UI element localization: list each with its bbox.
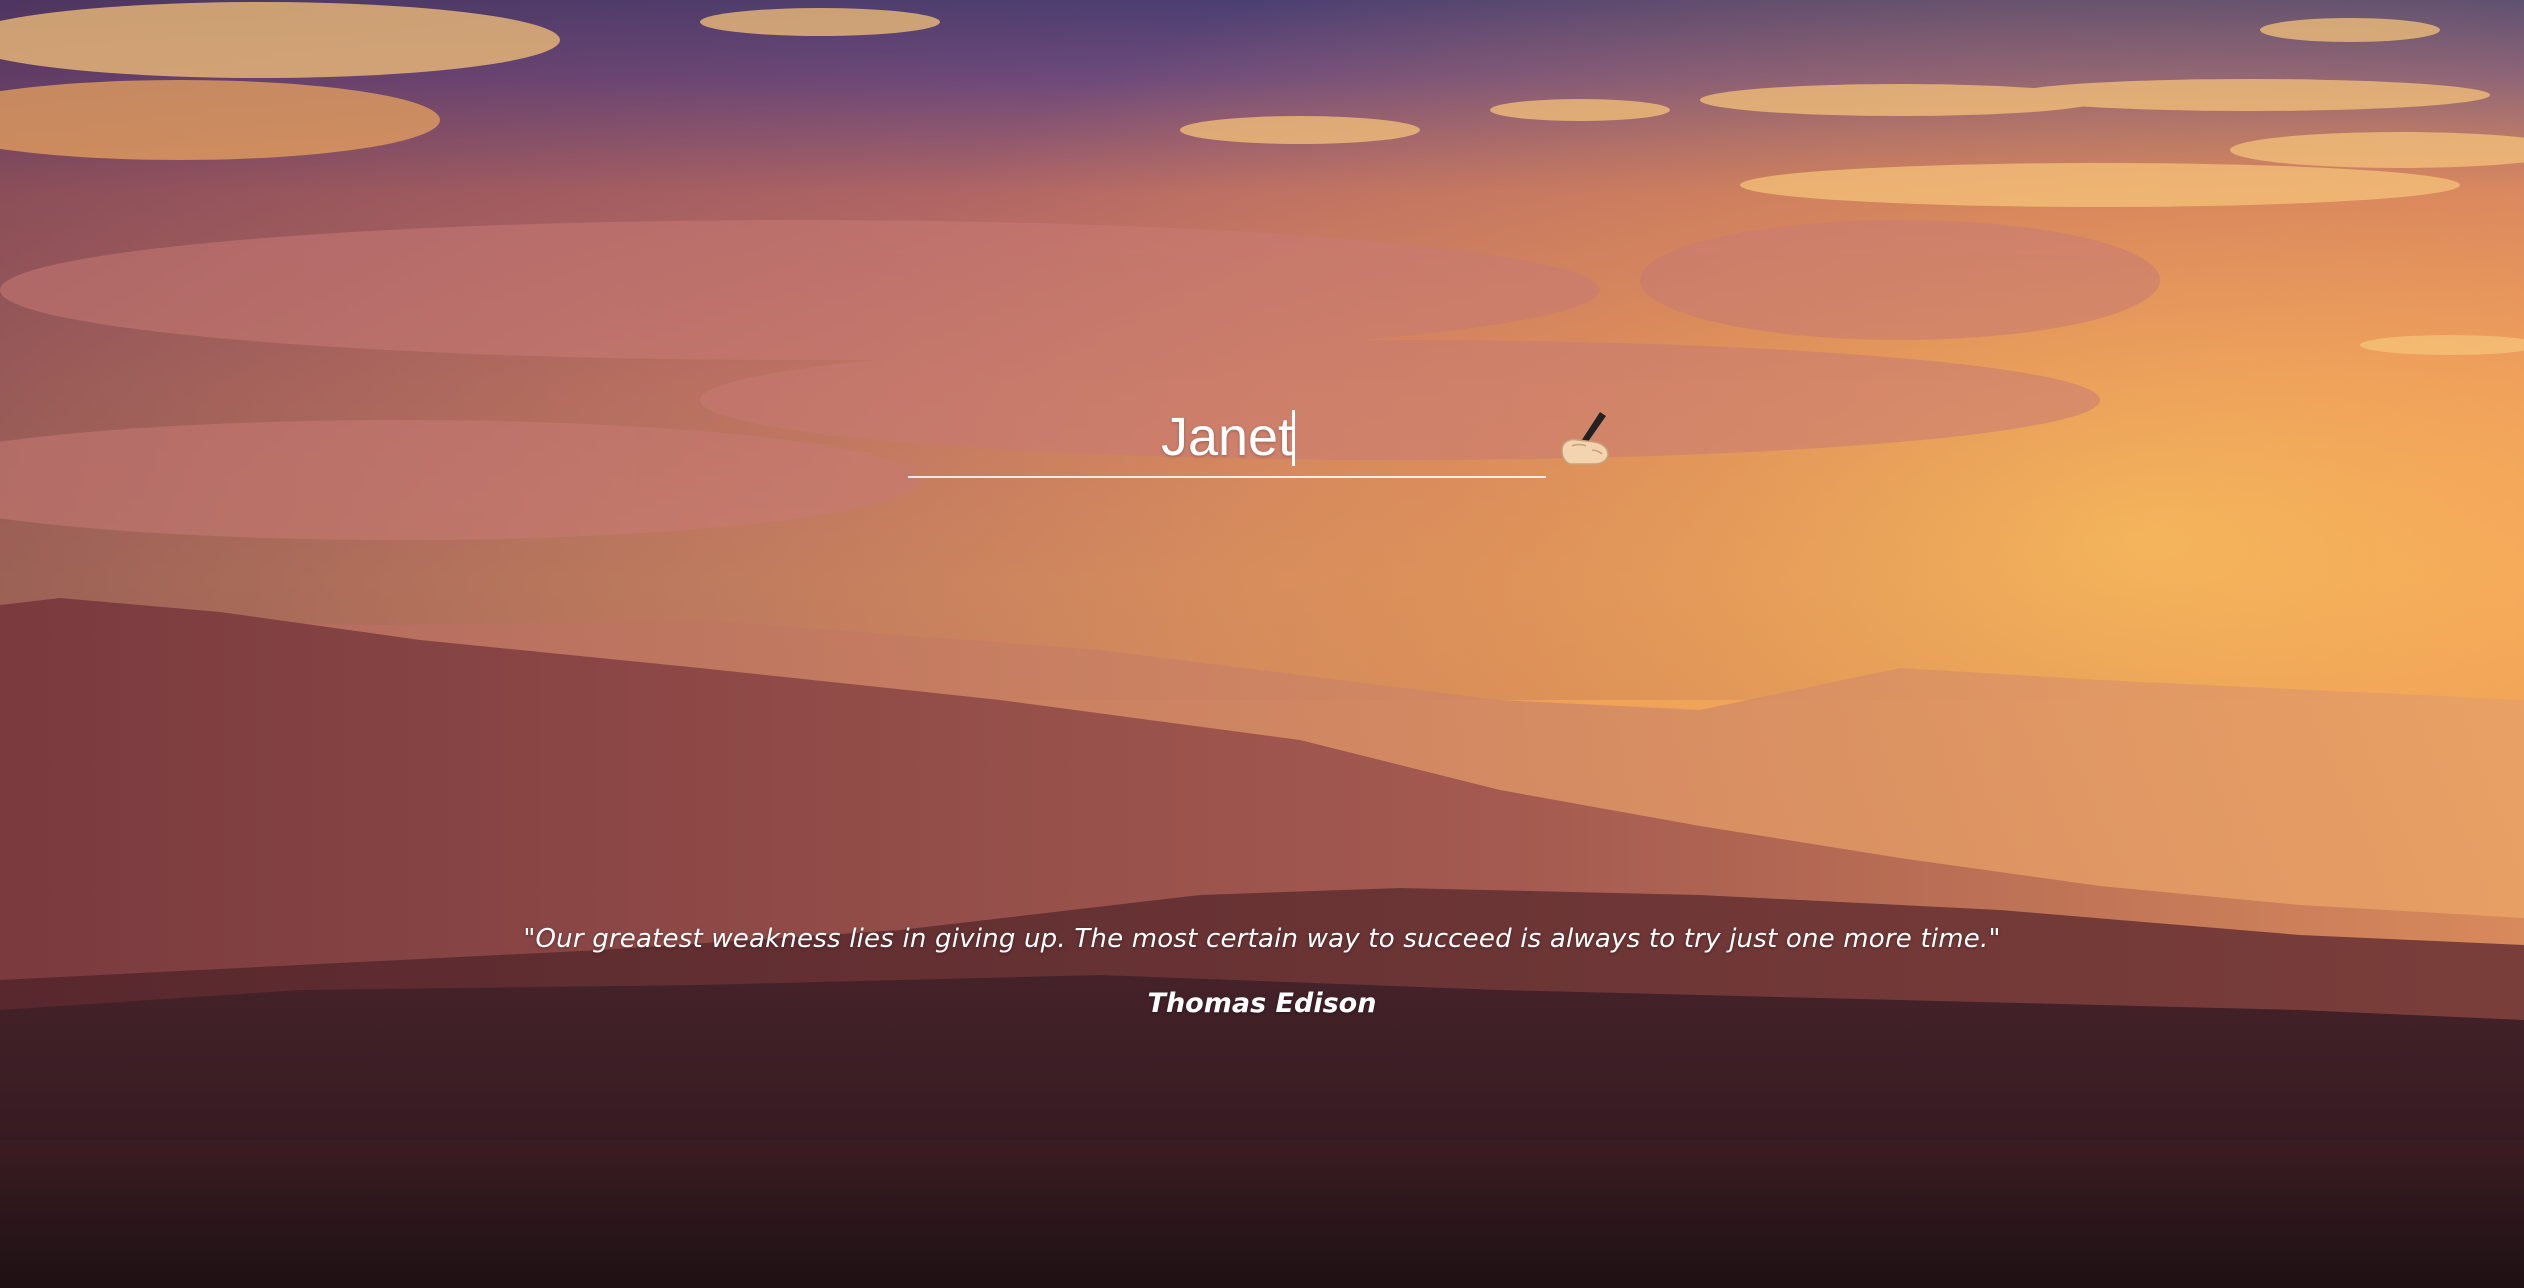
quote-author: Thomas Edison: [1147, 988, 1377, 1019]
sunset-background-image: [0, 0, 2524, 1288]
writing-hand-icon: [1561, 412, 1609, 465]
name-row: [908, 398, 1616, 478]
quote-text: "Our greatest weakness lies in giving up…: [523, 924, 2001, 954]
text-caret: [1292, 410, 1295, 466]
edit-name-button[interactable]: [1552, 406, 1618, 472]
name-input[interactable]: [908, 398, 1546, 478]
